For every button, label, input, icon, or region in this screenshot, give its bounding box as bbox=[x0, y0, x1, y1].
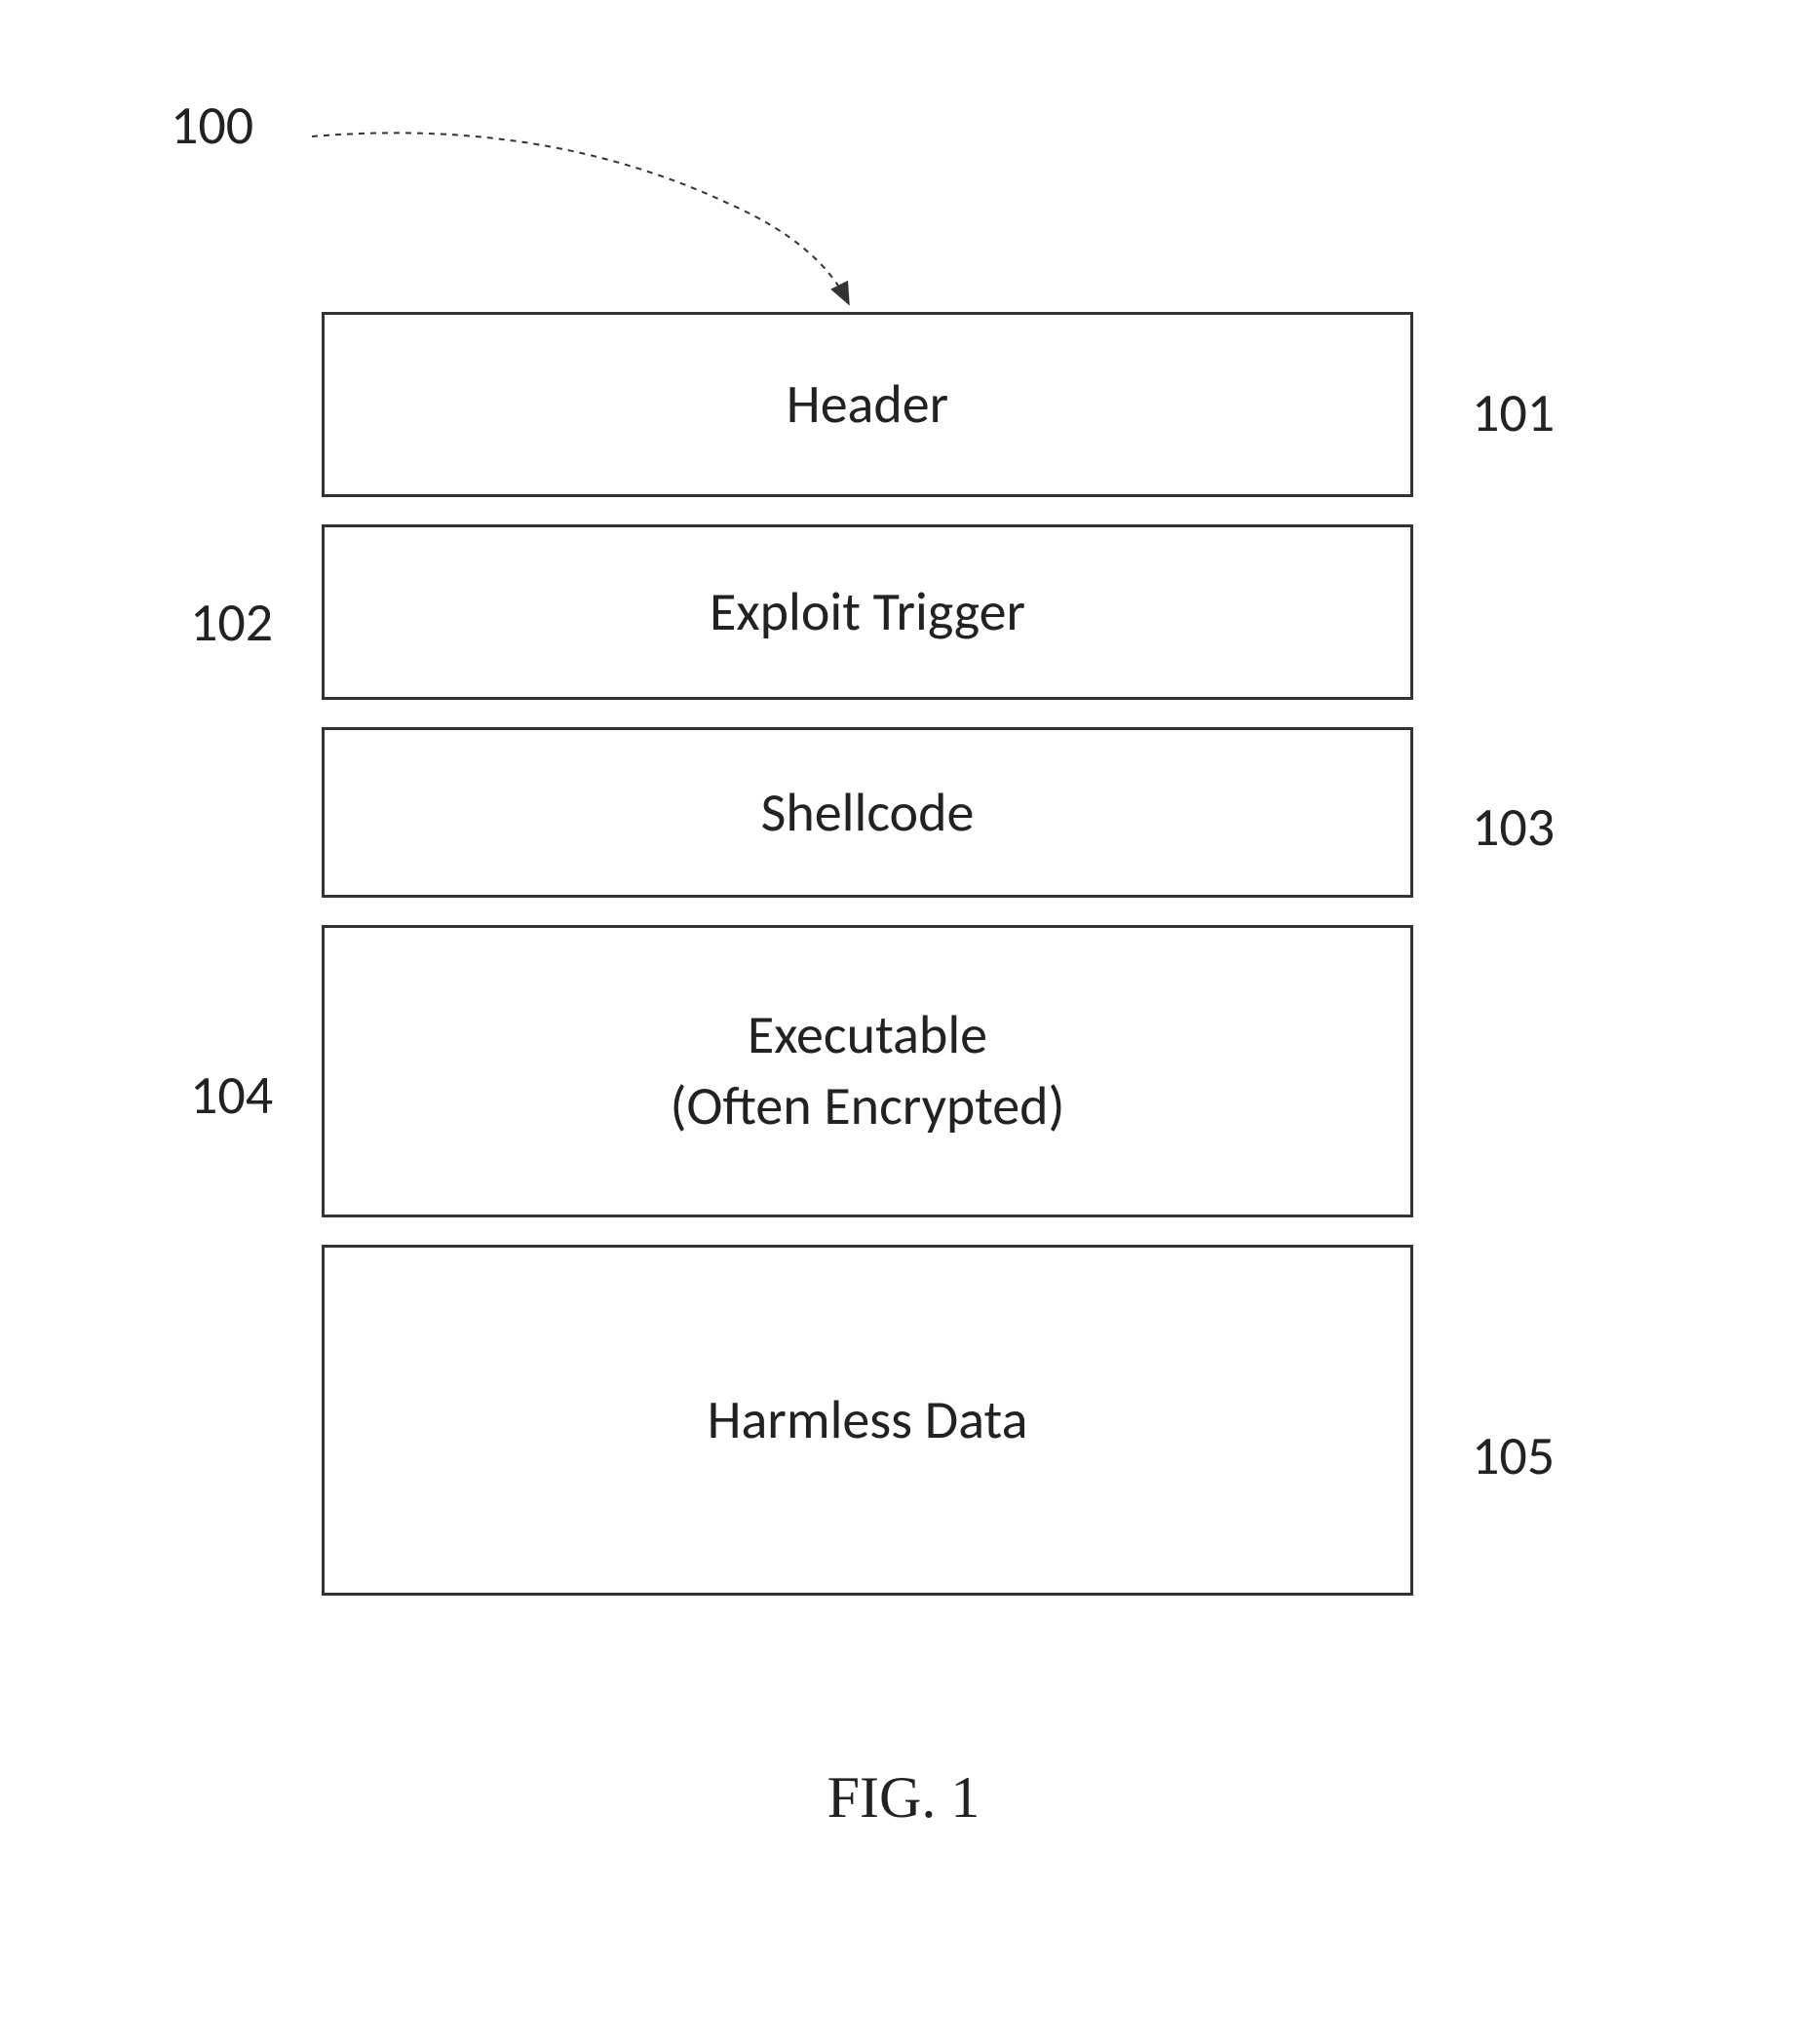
figure-caption: FIG. 1 bbox=[827, 1764, 980, 1832]
ref-label-102: 102 bbox=[190, 590, 273, 656]
block-header: Header bbox=[322, 312, 1413, 497]
block-shellcode-label: Shellcode bbox=[761, 780, 975, 846]
block-header-label: Header bbox=[787, 371, 948, 438]
block-executable-line2: (Often Encrypted) bbox=[670, 1071, 1064, 1142]
ref-label-104: 104 bbox=[190, 1062, 273, 1129]
ref-label-100: 100 bbox=[171, 93, 253, 159]
diagram-container: Header Exploit Trigger Shellcode Executa… bbox=[322, 312, 1413, 1623]
block-exploit-label: Exploit Trigger bbox=[710, 579, 1025, 645]
pointer-arrow bbox=[273, 107, 877, 331]
block-exploit-trigger: Exploit Trigger bbox=[322, 524, 1413, 700]
block-harmless-label: Harmless Data bbox=[708, 1387, 1028, 1453]
ref-label-105: 105 bbox=[1472, 1423, 1555, 1489]
block-harmless-data: Harmless Data bbox=[322, 1245, 1413, 1596]
ref-label-103: 103 bbox=[1472, 794, 1555, 861]
ref-label-101: 101 bbox=[1472, 380, 1555, 446]
block-shellcode: Shellcode bbox=[322, 727, 1413, 898]
block-executable: Executable (Often Encrypted) bbox=[322, 925, 1413, 1217]
block-executable-line1: Executable bbox=[670, 1000, 1064, 1071]
